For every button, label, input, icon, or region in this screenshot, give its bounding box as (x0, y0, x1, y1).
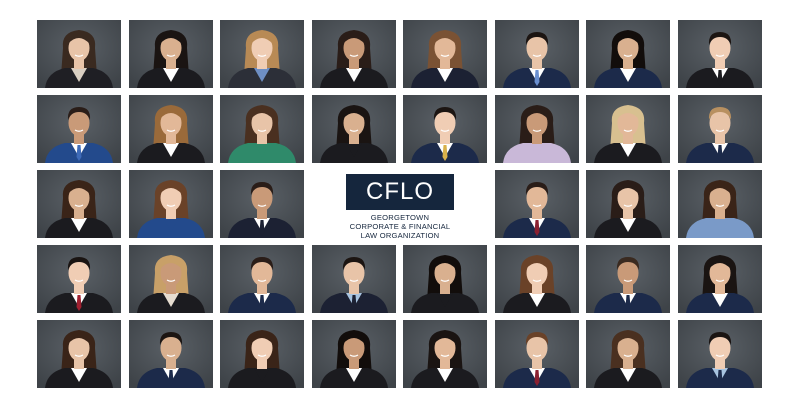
headshot-photo (495, 95, 579, 163)
headshot-photo (586, 20, 670, 88)
headshot-photo (678, 245, 762, 313)
headshot-photo (586, 95, 670, 163)
headshot-photo (129, 20, 213, 88)
headshot-photo (678, 95, 762, 163)
cflo-logo: CFLO GEORGETOWN CORPORATE & FINANCIAL LA… (345, 174, 455, 244)
headshot-photo (586, 170, 670, 238)
headshot-photo (129, 245, 213, 313)
headshot-photo (403, 320, 487, 388)
headshot-photo (220, 245, 304, 313)
headshot-photo (129, 95, 213, 163)
headshot-photo (37, 245, 121, 313)
headshot-photo (495, 20, 579, 88)
headshot-photo (129, 170, 213, 238)
logo-subtitle-line-1: GEORGETOWN (370, 213, 430, 222)
headshot-photo (220, 320, 304, 388)
headshot-photo (403, 95, 487, 163)
logo-wordmark: CFLO (346, 174, 454, 210)
logo-subtitle-line-2: CORPORATE & FINANCIAL (349, 222, 451, 231)
headshot-photo (495, 170, 579, 238)
headshot-photo (37, 170, 121, 238)
headshot-photo (495, 245, 579, 313)
headshot-photo (129, 320, 213, 388)
headshot-photo (220, 170, 304, 238)
headshot-photo (312, 95, 396, 163)
headshot-photo (37, 95, 121, 163)
headshot-photo (312, 20, 396, 88)
headshot-photo (586, 245, 670, 313)
headshot-photo (678, 170, 762, 238)
headshot-photo (403, 245, 487, 313)
headshot-photo (37, 320, 121, 388)
logo-subtitle-line-3: LAW ORGANIZATION (360, 231, 440, 240)
headshot-photo (220, 20, 304, 88)
headshot-photo (678, 320, 762, 388)
headshot-photo (37, 20, 121, 88)
headshot-photo (495, 320, 579, 388)
headshot-photo (312, 320, 396, 388)
logo-subtitle: GEORGETOWN CORPORATE & FINANCIAL LAW ORG… (345, 213, 455, 240)
headshot-photo (586, 320, 670, 388)
headshot-photo (678, 20, 762, 88)
headshot-photo (312, 245, 396, 313)
headshot-photo (220, 95, 304, 163)
headshot-photo (403, 20, 487, 88)
